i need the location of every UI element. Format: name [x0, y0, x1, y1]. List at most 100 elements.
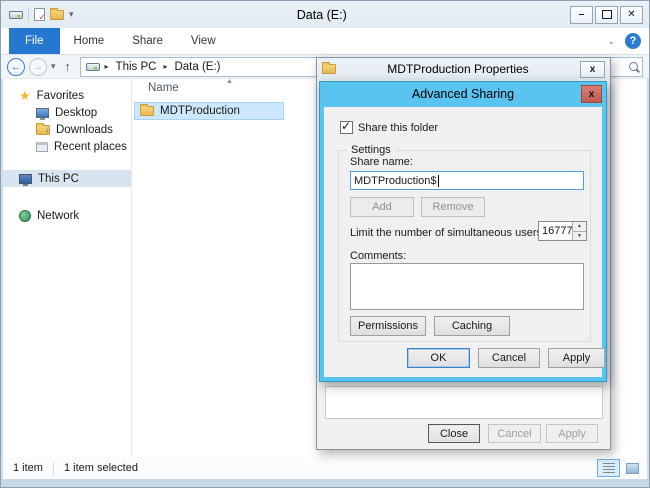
apply-button[interactable]: Apply: [548, 348, 605, 368]
expand-ribbon-chevron-icon[interactable]: ⌄: [607, 36, 615, 47]
navigation-pane: ★ Favorites Desktop Downloads Recent pla…: [3, 79, 132, 457]
ribbon-tab-row: File Home Share View ⌄ ?: [1, 28, 649, 55]
favorites-star-icon: ★: [19, 89, 31, 102]
add-button: Add: [350, 197, 414, 217]
properties-close-button[interactable]: x: [580, 61, 605, 78]
close-icon: x: [590, 64, 596, 75]
up-icon: ↑: [64, 59, 71, 74]
forward-button[interactable]: →: [29, 58, 47, 76]
file-name-label: MDTProduction: [160, 105, 240, 117]
folder-icon: [140, 106, 154, 116]
cancel-button[interactable]: Cancel: [478, 348, 540, 368]
breadcrumb-this-pc[interactable]: This PC: [114, 61, 159, 73]
share-name-input[interactable]: MDTProduction$: [350, 171, 584, 190]
minimize-icon: –: [579, 9, 585, 20]
share-folder-checkbox[interactable]: ✓: [340, 121, 353, 134]
thumbnail-view-icon: [626, 463, 639, 474]
spinner-down-button[interactable]: ▼: [573, 232, 586, 241]
sidebar-item-downloads[interactable]: Downloads: [3, 121, 131, 138]
desktop-icon: [36, 108, 49, 118]
recent-locations-chevron-icon[interactable]: ▾: [51, 61, 56, 72]
spinner-up-icon: ▲: [577, 223, 582, 229]
comments-label: Comments:: [350, 250, 406, 262]
status-bar: 1 item 1 item selected: [3, 457, 647, 479]
user-limit-label: Limit the number of simultaneous users t…: [350, 227, 557, 239]
back-button[interactable]: ←: [7, 58, 25, 76]
share-folder-label: Share this folder: [358, 122, 438, 134]
ok-button[interactable]: OK: [407, 348, 470, 368]
thumbnail-view-button[interactable]: [623, 461, 641, 476]
properties-title-bar: MDTProduction Properties x: [317, 58, 610, 80]
maximize-button[interactable]: [595, 6, 618, 24]
breadcrumb-current[interactable]: Data (E:): [172, 61, 222, 73]
sidebar-item-label: Network: [37, 210, 79, 222]
new-folder-shortcut-icon[interactable]: [50, 10, 64, 20]
advanced-sharing-close-button[interactable]: x: [581, 85, 602, 103]
advanced-sharing-title: Advanced Sharing: [320, 82, 606, 106]
share-description-box: [325, 386, 603, 419]
minimize-button[interactable]: –: [570, 6, 593, 24]
user-limit-value[interactable]: 16777: [539, 222, 572, 240]
user-limit-spinner[interactable]: 16777 ▲ ▼: [538, 221, 587, 241]
spinner-up-button[interactable]: ▲: [573, 222, 586, 232]
properties-shortcut-icon[interactable]: [34, 8, 45, 21]
sidebar-item-label: Downloads: [56, 124, 113, 136]
separator: [28, 8, 29, 22]
close-icon: ✕: [627, 9, 635, 20]
drive-icon: [9, 11, 23, 19]
folder-icon: [322, 64, 336, 74]
sidebar-item-favorites[interactable]: ★ Favorites: [3, 87, 131, 104]
title-bar: ▾ Data (E:) – ✕: [1, 1, 649, 28]
spinner-down-icon: ▼: [577, 233, 582, 239]
settings-group-label: Settings: [347, 144, 395, 156]
up-button[interactable]: ↑: [60, 59, 76, 74]
details-view-icon: [603, 463, 615, 473]
sidebar-item-network[interactable]: Network: [3, 207, 131, 224]
comments-input[interactable]: [350, 263, 584, 310]
sidebar-item-label: Desktop: [55, 107, 97, 119]
tab-home[interactable]: Home: [60, 28, 119, 54]
tab-file[interactable]: File: [9, 28, 60, 54]
window-frame-bottom: [1, 479, 649, 487]
recent-places-icon: [36, 142, 48, 152]
properties-apply-button: Apply: [546, 424, 598, 443]
properties-dialog-title: MDTProduction Properties: [342, 62, 574, 76]
sidebar-item-label: Recent places: [54, 141, 127, 153]
text-caret: [438, 175, 439, 187]
checkmark-icon: ✓: [341, 119, 351, 133]
item-count-label: 1 item: [13, 462, 43, 474]
close-button[interactable]: ✕: [620, 6, 643, 24]
properties-close-action-button[interactable]: Close: [428, 424, 480, 443]
column-header-name[interactable]: Name: [148, 82, 179, 94]
network-icon: [19, 210, 31, 222]
sort-ascending-icon: ▲: [226, 78, 233, 85]
sidebar-item-label: This PC: [38, 173, 79, 185]
sidebar-item-label: Favorites: [37, 90, 84, 102]
this-pc-icon: [19, 174, 32, 184]
properties-cancel-button: Cancel: [488, 424, 541, 443]
permissions-button[interactable]: Permissions: [350, 316, 426, 336]
location-drive-icon: [86, 63, 100, 71]
maximize-icon: [602, 10, 612, 19]
sidebar-item-recent-places[interactable]: Recent places: [3, 138, 131, 155]
breadcrumb-separator-icon: ▸: [163, 62, 167, 71]
selection-count-label: 1 item selected: [64, 462, 138, 474]
list-item-mdtproduction[interactable]: MDTProduction: [134, 102, 284, 120]
sidebar-item-desktop[interactable]: Desktop: [3, 104, 131, 121]
forward-icon: →: [33, 61, 44, 73]
search-icon: [629, 62, 638, 71]
help-icon[interactable]: ?: [625, 33, 641, 49]
window-title: Data (E:): [74, 8, 570, 22]
sidebar-item-this-pc[interactable]: This PC: [3, 170, 131, 187]
advanced-sharing-dialog: Advanced Sharing x ✓ Share this folder S…: [319, 81, 607, 382]
share-this-folder-row[interactable]: ✓ Share this folder: [340, 121, 438, 134]
advanced-sharing-body: ✓ Share this folder Settings Share name:…: [324, 107, 602, 377]
quick-access-toolbar: ▾: [3, 8, 74, 22]
caching-button[interactable]: Caching: [434, 316, 510, 336]
tab-view[interactable]: View: [177, 28, 230, 54]
details-view-button[interactable]: [597, 459, 620, 477]
share-name-value: MDTProduction$: [354, 175, 437, 187]
tab-share[interactable]: Share: [118, 28, 177, 54]
separator: [53, 462, 54, 475]
settings-groupbox: Settings Share name: MDTProduction$ Add …: [338, 150, 591, 342]
